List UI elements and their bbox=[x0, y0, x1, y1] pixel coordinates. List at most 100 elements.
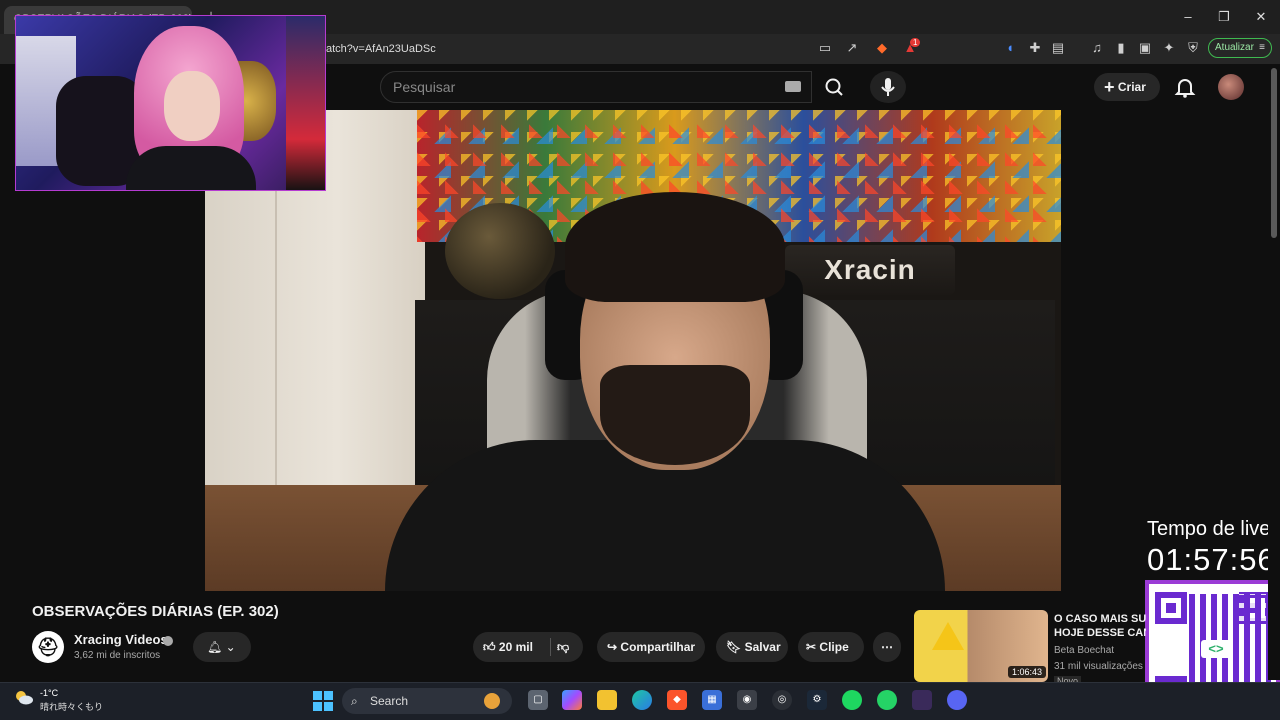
recommendation-thumbnail[interactable]: 1:06:43 bbox=[914, 610, 1048, 682]
discord-icon[interactable] bbox=[947, 690, 967, 710]
clip-label: Clipe bbox=[819, 640, 849, 654]
spotify-icon[interactable] bbox=[842, 690, 862, 710]
whatsapp-icon[interactable] bbox=[877, 690, 897, 710]
bell-icon: 🔔︎ bbox=[207, 640, 223, 654]
windows-start-button[interactable] bbox=[312, 690, 334, 712]
weather-cloud-icon[interactable] bbox=[14, 689, 34, 705]
minimize-button[interactable]: – bbox=[1171, 6, 1205, 28]
channel-avatar[interactable]: ⛑ bbox=[32, 631, 64, 663]
bookmark-icon: 🔖︎ bbox=[726, 640, 742, 654]
wallet-icon[interactable]: ▣ bbox=[1135, 38, 1155, 58]
restore-button[interactable]: ❐ bbox=[1207, 6, 1241, 28]
account-avatar[interactable] bbox=[1218, 74, 1244, 100]
media-control-icon[interactable]: ♫ bbox=[1087, 38, 1107, 58]
recommendation-title-line2: HOJE DESSE CAN bbox=[1054, 627, 1146, 639]
update-label: Atualizar bbox=[1215, 42, 1254, 53]
share-icon: ↪ bbox=[607, 640, 618, 654]
webcam-background-right bbox=[286, 16, 325, 190]
webcam-overlay bbox=[15, 15, 326, 191]
task-view-icon[interactable]: ▢ bbox=[528, 690, 548, 710]
more-actions-button[interactable]: ⋯ bbox=[873, 632, 901, 662]
qr-logo-icon: <> bbox=[1201, 640, 1231, 658]
scissors-icon: ✂ bbox=[806, 640, 817, 654]
search-icon: ⌕ bbox=[351, 694, 358, 708]
scrollbar-thumb[interactable] bbox=[1271, 68, 1277, 238]
audio-playing-icon[interactable]: ◖ bbox=[1000, 38, 1020, 58]
microsoft-store-icon[interactable]: ▦ bbox=[702, 690, 722, 710]
copilot-icon[interactable] bbox=[562, 690, 582, 710]
close-window-button[interactable]: ✕ bbox=[1244, 6, 1278, 28]
file-explorer-icon[interactable] bbox=[597, 690, 617, 710]
live-timer-value: 01:57:56 bbox=[1147, 542, 1276, 577]
like-dislike-group: 👍︎ 20 mil 👎︎ bbox=[473, 632, 583, 662]
thumbs-down-icon: 👎︎ bbox=[557, 640, 570, 654]
voice-search-button[interactable] bbox=[870, 71, 906, 103]
warning-icon bbox=[932, 622, 964, 650]
channel-name[interactable]: Xracing Videos bbox=[74, 632, 168, 647]
weather-temperature: -1°C bbox=[40, 688, 59, 698]
search-input[interactable] bbox=[393, 72, 773, 102]
webcam-streamer-body bbox=[126, 146, 256, 190]
like-count: 20 mil bbox=[498, 640, 533, 654]
leo-ai-icon[interactable]: ✦ bbox=[1159, 38, 1179, 58]
recommendation-channel[interactable]: Beta Boechat bbox=[1054, 645, 1114, 656]
update-button[interactable]: Atualizar ≡ bbox=[1208, 38, 1272, 58]
create-label: Criar bbox=[1117, 80, 1146, 94]
weather-description: 晴れ時々くもり bbox=[40, 702, 104, 712]
save-label: Salvar bbox=[744, 640, 781, 654]
video-helmet bbox=[445, 203, 555, 299]
menu-icon: ≡ bbox=[1259, 42, 1265, 53]
camera-app-icon[interactable]: ◉ bbox=[737, 690, 757, 710]
search-highlight-icon bbox=[484, 693, 500, 709]
share-label: Compartilhar bbox=[620, 640, 696, 654]
brave-shields-icon[interactable]: ◆ bbox=[872, 38, 892, 58]
create-button[interactable]: + Criar bbox=[1094, 73, 1160, 101]
qr-finder-top-left bbox=[1155, 592, 1187, 624]
sidebar-icon[interactable]: ▮ bbox=[1111, 38, 1131, 58]
share-page-icon[interactable]: ↗ bbox=[842, 38, 862, 58]
microphone-icon bbox=[881, 78, 895, 96]
video-title: OBSERVAÇÕES DIÁRIAS (EP. 302) bbox=[32, 603, 279, 620]
keyboard-icon[interactable] bbox=[785, 81, 801, 92]
like-button[interactable]: 👍︎ 20 mil bbox=[483, 632, 533, 662]
video-person-hair bbox=[565, 192, 785, 302]
webcam-streamer-face bbox=[164, 71, 220, 141]
dislike-button[interactable]: 👎︎ bbox=[557, 632, 569, 662]
live-timer-label: Tempo de live: bbox=[1147, 518, 1276, 540]
share-button[interactable]: ↪ Compartilhar bbox=[597, 632, 705, 662]
subscriber-count: 3,62 mi de inscritos bbox=[74, 650, 161, 661]
recommendation-title[interactable]: O CASO MAIS SUF HOJE DESSE CAN bbox=[1054, 612, 1146, 640]
bell-icon bbox=[1174, 79, 1196, 98]
taskbar-search[interactable]: ⌕ Search bbox=[342, 688, 512, 714]
clip-button[interactable]: ✂ Clipe bbox=[798, 632, 864, 662]
vpn-icon[interactable]: ⛨ bbox=[1183, 38, 1203, 58]
app-icon[interactable] bbox=[912, 690, 932, 710]
obs-icon[interactable]: ◎ bbox=[772, 690, 792, 710]
chevron-down-icon: ⌄ bbox=[225, 640, 236, 654]
cast-icon[interactable]: ▭ bbox=[815, 38, 835, 58]
edge-icon[interactable] bbox=[632, 690, 652, 710]
video-player[interactable]: Xracin bbox=[205, 110, 1061, 591]
plus-icon: + bbox=[1104, 77, 1115, 97]
extensions-icon[interactable]: ✚ bbox=[1025, 38, 1045, 58]
search-icon bbox=[825, 78, 843, 96]
recommendation-title-line1: O CASO MAIS SUF bbox=[1054, 613, 1146, 625]
video-brand-sign: Xracin bbox=[785, 245, 955, 295]
tab-search-icon[interactable]: ▤ bbox=[1048, 38, 1068, 58]
video-person-beard bbox=[600, 365, 750, 465]
taskbar-search-label: Search bbox=[370, 694, 409, 708]
recommendation-duration: 1:06:43 bbox=[1008, 666, 1047, 678]
like-divider bbox=[550, 638, 551, 656]
recommendation-views: 31 mil visualizações bbox=[1054, 661, 1143, 672]
notifications-button[interactable] bbox=[1174, 75, 1196, 99]
brave-browser-icon[interactable]: ◆ bbox=[667, 690, 687, 710]
subscription-bell-button[interactable]: 🔔︎ ⌄ bbox=[193, 632, 251, 662]
windows-logo-icon bbox=[313, 691, 333, 711]
thumbs-up-icon: 👍︎ bbox=[483, 640, 496, 654]
search-box bbox=[380, 71, 812, 103]
steam-icon[interactable]: ⚙ bbox=[807, 690, 827, 710]
screen: OBSERVAÇÕES DIÁRIAS (EP. 302) + – ❐ ✕ at… bbox=[0, 0, 1280, 720]
search-button[interactable] bbox=[812, 71, 858, 103]
verified-icon bbox=[163, 636, 173, 646]
save-button[interactable]: 🔖︎ Salvar bbox=[716, 632, 788, 662]
